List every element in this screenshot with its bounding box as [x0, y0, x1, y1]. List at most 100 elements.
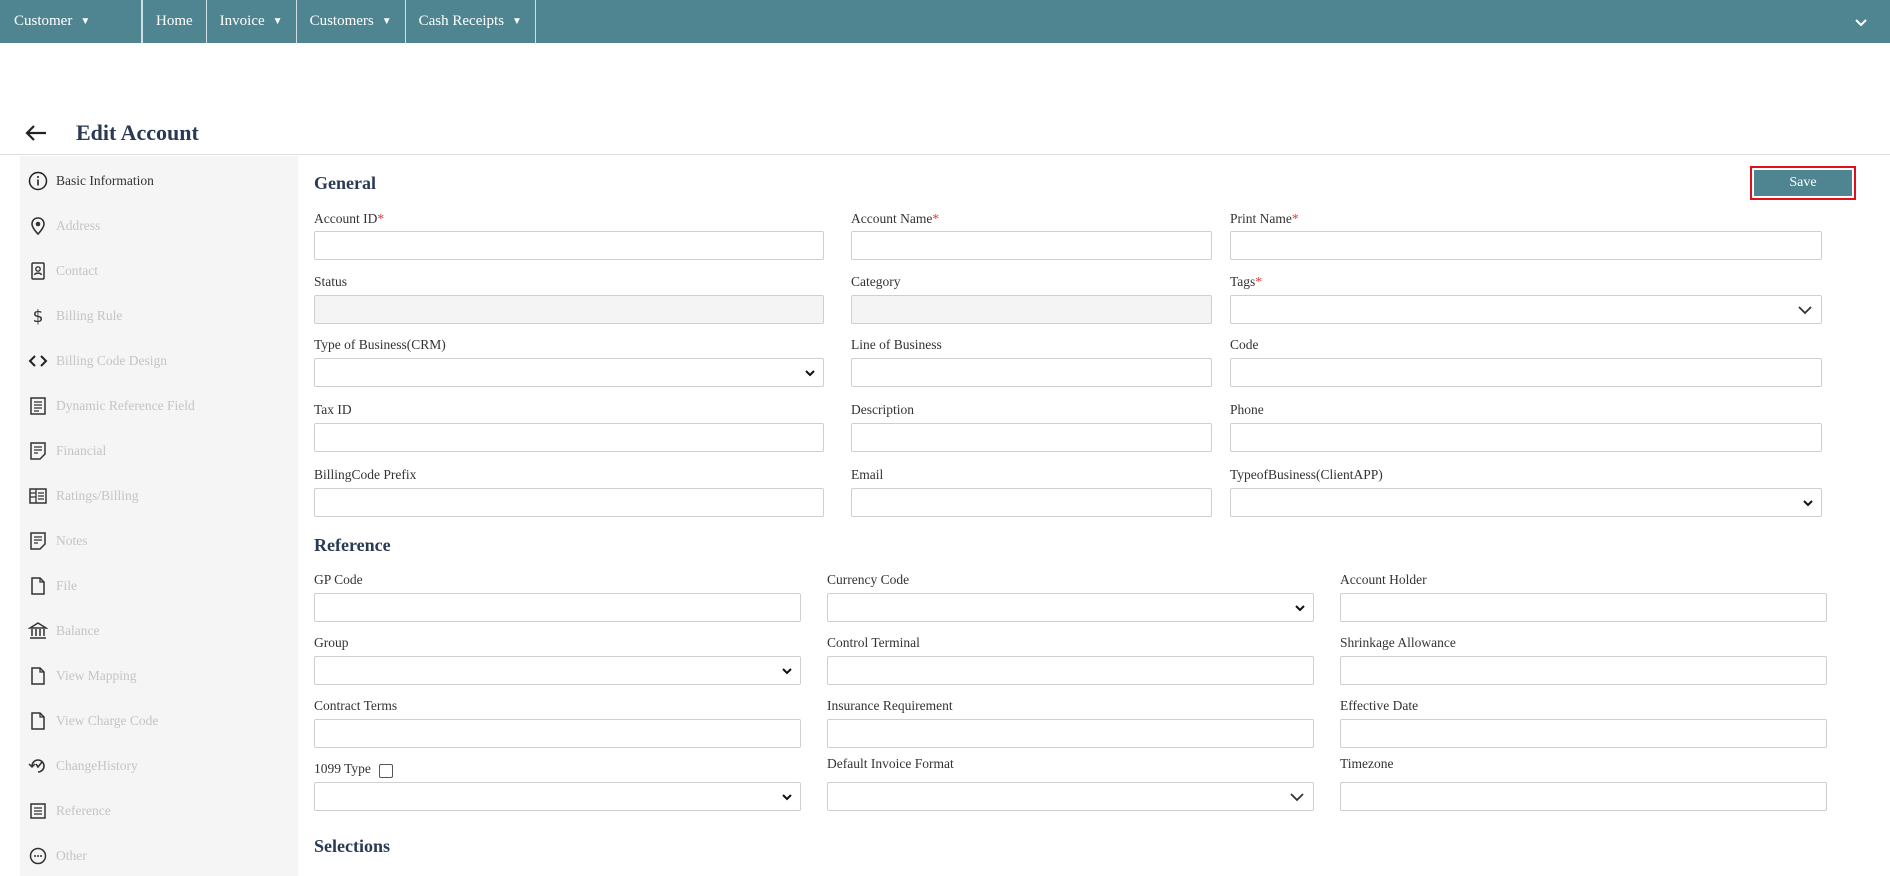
label-default-invoice-format: Default Invoice Format: [827, 756, 954, 771]
type-of-business-crm-select[interactable]: [314, 358, 824, 387]
file-icon: [28, 711, 48, 731]
header-divider: [0, 154, 1890, 155]
bank-icon: [28, 621, 48, 641]
effective-date-input[interactable]: [1340, 719, 1827, 748]
label-account-holder: Account Holder: [1340, 572, 1427, 587]
sidebar-item-label: Ratings/Billing: [56, 488, 139, 503]
sidebar-item-label: Billing Rule: [56, 308, 123, 323]
ratings-icon: [28, 486, 48, 506]
sidebar-item-label: Billing Code Design: [56, 353, 167, 368]
control-terminal-input[interactable]: [827, 656, 1314, 685]
account-name-input[interactable]: [851, 231, 1212, 260]
nav-module-label: Customer: [14, 13, 73, 29]
sidebar-item-billing-rule[interactable]: $ Billing Rule: [28, 304, 123, 328]
nav-invoice-label: Invoice: [219, 13, 265, 29]
label-gp-code: GP Code: [314, 572, 363, 587]
code-input[interactable]: [1230, 358, 1822, 387]
sidebar-item-change-history[interactable]: ChangeHistory: [28, 754, 138, 778]
contract-terms-input[interactable]: [314, 719, 801, 748]
sidebar-item-basic-information[interactable]: Basic Information: [28, 169, 154, 193]
email-input[interactable]: [851, 488, 1212, 517]
label-1099-type: 1099 Type: [314, 761, 371, 776]
sidebar-item-view-charge-code[interactable]: View Charge Code: [28, 709, 158, 733]
sidebar-item-file[interactable]: File: [28, 574, 77, 598]
group-select[interactable]: [314, 656, 801, 685]
label-phone: Phone: [1230, 402, 1264, 417]
sidebar-item-balance[interactable]: Balance: [28, 619, 99, 643]
sidebar-item-view-mapping[interactable]: View Mapping: [28, 664, 137, 688]
sidebar-item-other[interactable]: Other: [28, 844, 87, 868]
chevron-down-icon: [1803, 500, 1813, 507]
nav-item-cash-receipts[interactable]: Cash Receipts ▼: [406, 0, 536, 43]
account-id-input[interactable]: [314, 231, 824, 260]
chevron-down-icon: [782, 794, 792, 801]
sidebar-item-label: ChangeHistory: [56, 758, 138, 773]
sidebar-item-billing-code-design[interactable]: Billing Code Design: [28, 349, 167, 373]
sidebar-item-label: Reference: [56, 803, 111, 818]
chevron-down-icon: [1798, 306, 1812, 315]
nav-module-customer[interactable]: Customer ▼: [0, 0, 142, 43]
status-input: [314, 295, 824, 324]
billing-code-prefix-input[interactable]: [314, 488, 824, 517]
nav-item-invoice[interactable]: Invoice ▼: [207, 0, 297, 43]
line-of-business-input[interactable]: [851, 358, 1212, 387]
nav-item-home[interactable]: Home: [142, 0, 207, 43]
label-email: Email: [851, 467, 884, 482]
nav-home-label: Home: [156, 13, 193, 29]
tags-select[interactable]: [1230, 295, 1822, 324]
svg-text:$: $: [33, 307, 44, 326]
nav-item-customers[interactable]: Customers ▼: [297, 0, 406, 43]
currency-code-select[interactable]: [827, 593, 1314, 622]
label-effective-date: Effective Date: [1340, 698, 1419, 713]
gp-code-input[interactable]: [314, 593, 801, 622]
sidebar-item-label: View Charge Code: [56, 713, 159, 728]
label-tax-id: Tax ID: [314, 402, 352, 417]
type-of-business-client-select[interactable]: [1230, 488, 1822, 517]
sidebar-item-dynamic-reference-field[interactable]: Dynamic Reference Field: [28, 394, 195, 418]
phone-input[interactable]: [1230, 423, 1822, 452]
caret-down-icon: ▼: [80, 16, 91, 27]
account-holder-input[interactable]: [1340, 593, 1827, 622]
sidebar-item-contact[interactable]: Contact: [28, 259, 98, 283]
note-icon: [28, 441, 48, 461]
note-icon: [28, 531, 48, 551]
label-insurance-requirement: Insurance Requirement: [827, 698, 953, 713]
print-name-input[interactable]: [1230, 231, 1822, 260]
caret-down-icon: ▼: [512, 16, 522, 27]
save-button[interactable]: Save: [1754, 170, 1852, 196]
sidebar-item-ratings-billing[interactable]: Ratings/Billing: [28, 484, 139, 508]
sidebar-item-reference[interactable]: Reference: [28, 799, 111, 823]
reference-icon: [28, 801, 48, 821]
label-timezone: Timezone: [1340, 756, 1394, 771]
shrinkage-allowance-input[interactable]: [1340, 656, 1827, 685]
section-title-general: General: [314, 173, 376, 193]
sidebar-item-financial[interactable]: Financial: [28, 439, 106, 463]
default-invoice-format-select[interactable]: [827, 782, 1314, 811]
insurance-requirement-input[interactable]: [827, 719, 1314, 748]
sidebar-item-label: File: [56, 578, 78, 593]
page-title: Edit Account: [76, 120, 199, 145]
type-1099-select[interactable]: [314, 782, 801, 811]
nav-customers-label: Customers: [309, 13, 374, 29]
tax-id-input[interactable]: [314, 423, 824, 452]
document-icon: [28, 396, 48, 416]
contact-icon: [28, 261, 48, 281]
description-input[interactable]: [851, 423, 1212, 452]
label-type-of-business-client: TypeofBusiness(ClientAPP): [1230, 467, 1383, 482]
label-status: Status: [314, 274, 348, 289]
label-type-of-business-crm: Type of Business(CRM): [314, 337, 446, 352]
type-1099-checkbox[interactable]: [379, 764, 393, 778]
label-print-name: Print Name*: [1230, 211, 1299, 226]
sidebar-item-label: Basic Information: [56, 173, 154, 188]
sidebar-item-address[interactable]: Address: [28, 214, 100, 238]
back-arrow-icon[interactable]: [24, 123, 48, 143]
sidebar-item-notes[interactable]: Notes: [28, 529, 88, 553]
timezone-input[interactable]: [1340, 782, 1827, 811]
sidebar-item-label: View Mapping: [56, 668, 137, 683]
chat-icon: [28, 846, 48, 866]
chevron-down-icon: [805, 370, 815, 377]
section-title-selections: Selections: [314, 836, 390, 856]
label-group: Group: [314, 635, 349, 650]
label-billing-code-prefix: BillingCode Prefix: [314, 467, 417, 482]
chevron-down-icon[interactable]: [1852, 13, 1870, 31]
